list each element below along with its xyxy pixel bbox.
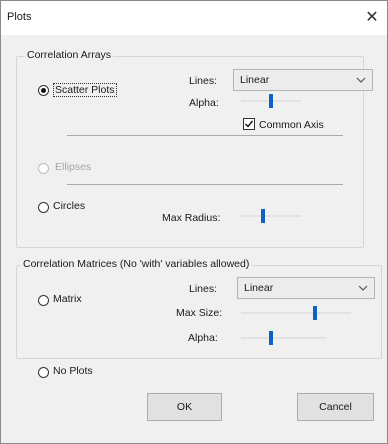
arrays-alpha-slider[interactable] — [241, 94, 301, 108]
matrices-alpha-label: Alpha: — [188, 332, 218, 344]
checkmark-icon — [245, 120, 254, 128]
slider-track — [241, 215, 301, 217]
chevron-down-icon — [356, 77, 366, 83]
ellipses-label: Ellipses — [55, 161, 92, 173]
arrays-lines-select[interactable]: Linear — [233, 69, 373, 91]
scatter-plots-label[interactable]: Scatter Plots — [53, 83, 117, 97]
arrays-separator-1 — [67, 135, 343, 136]
cancel-button[interactable]: Cancel — [297, 393, 374, 421]
correlation-arrays-legend: Correlation Arrays — [25, 49, 114, 61]
circles-label[interactable]: Circles — [53, 200, 85, 212]
title-bar: Plots ✕ — [1, 1, 387, 35]
arrays-alpha-label: Alpha: — [189, 97, 219, 109]
slider-thumb[interactable] — [269, 94, 273, 108]
max-size-label: Max Size: — [176, 307, 223, 319]
arrays-lines-label: Lines: — [189, 75, 218, 87]
chevron-down-icon — [358, 285, 368, 291]
ok-button[interactable]: OK — [147, 393, 222, 421]
matrices-lines-select[interactable]: Linear — [237, 277, 375, 299]
no-plots-label[interactable]: No Plots — [53, 365, 93, 377]
close-icon[interactable]: ✕ — [361, 7, 383, 29]
correlation-matrices-legend: Correlation Matrices (No 'with' variable… — [21, 258, 252, 270]
window-title: Plots — [7, 11, 32, 23]
circles-radio[interactable] — [38, 202, 49, 213]
plots-dialog: Plots ✕ Correlation Arrays Scatter Plots… — [0, 0, 388, 444]
slider-thumb[interactable] — [313, 306, 317, 320]
matrices-alpha-slider[interactable] — [241, 331, 326, 345]
matrices-lines-value: Linear — [244, 282, 274, 294]
common-axis-label[interactable]: Common Axis — [259, 119, 324, 131]
slider-track — [241, 312, 351, 314]
matrices-lines-label: Lines: — [189, 283, 218, 295]
slider-thumb[interactable] — [261, 209, 265, 223]
max-radius-slider[interactable] — [241, 209, 301, 223]
arrays-lines-value: Linear — [240, 74, 270, 86]
slider-track — [241, 337, 326, 339]
max-radius-label: Max Radius: — [162, 212, 221, 224]
slider-thumb[interactable] — [269, 331, 273, 345]
common-axis-checkbox[interactable] — [243, 118, 255, 130]
max-size-slider[interactable] — [241, 306, 351, 320]
matrix-label[interactable]: Matrix — [53, 293, 82, 305]
ellipses-radio[interactable] — [38, 163, 49, 174]
matrix-radio[interactable] — [38, 295, 49, 306]
no-plots-radio[interactable] — [38, 367, 49, 378]
scatter-plots-radio[interactable] — [38, 85, 49, 96]
arrays-separator-2 — [67, 184, 343, 185]
